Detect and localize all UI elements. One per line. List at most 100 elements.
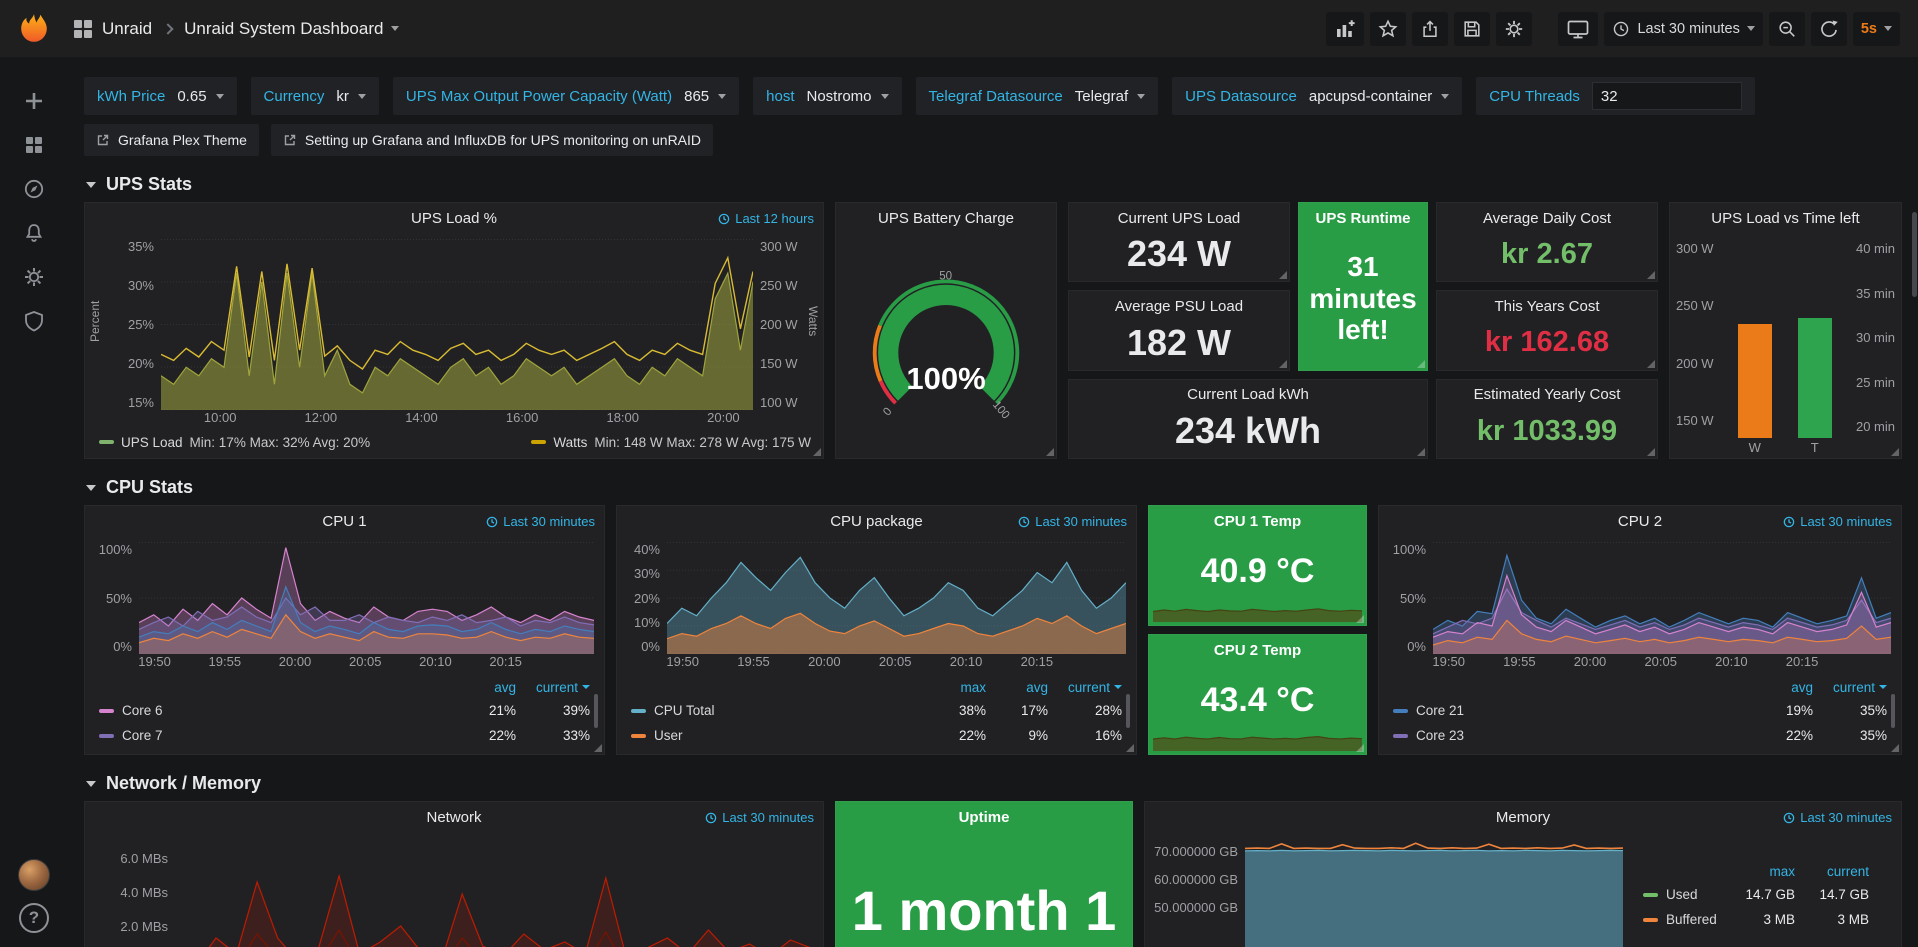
legend-series-ups-load[interactable]: UPS Load Min: 17% Max: 32% Avg: 20%: [99, 435, 370, 450]
panel-title[interactable]: Memory: [1496, 809, 1550, 826]
panel-title[interactable]: UPS Load vs Time left: [1711, 210, 1859, 227]
panel-title[interactable]: This Years Cost: [1494, 298, 1599, 315]
cpu-package-chart-plot[interactable]: [667, 542, 1126, 654]
panel-title[interactable]: Current Load kWh: [1187, 386, 1309, 403]
gauge-tick-min: 0: [881, 405, 894, 418]
variable-value-dropdown[interactable]: 865: [684, 88, 726, 105]
panel-title[interactable]: Network: [426, 809, 481, 826]
sidebar-item-configuration[interactable]: [12, 255, 56, 299]
dashboards-grid-icon[interactable]: [74, 20, 92, 38]
plus-icon: [23, 90, 45, 112]
panel-current-load-kwh: Current Load kWh 234 kWh: [1068, 379, 1428, 459]
section-header-network-memory[interactable]: Network / Memory: [86, 773, 1902, 794]
grafana-logo[interactable]: [0, 0, 68, 57]
panel-estimated-yearly-cost: Estimated Yearly Cost kr 1033.99: [1436, 379, 1658, 459]
variable-value-dropdown[interactable]: kr: [336, 88, 366, 105]
sidebar-item-explore[interactable]: [12, 167, 56, 211]
legend-sort-current[interactable]: current: [1048, 680, 1122, 695]
legend-sort-avg[interactable]: avg: [986, 680, 1048, 695]
variable-value-dropdown[interactable]: 0.65: [177, 88, 223, 105]
sidebar-item-create[interactable]: [12, 79, 56, 123]
variable-label: kWh Price: [97, 88, 165, 105]
variable-value-dropdown[interactable]: Nostromo: [807, 88, 889, 105]
legend-sort-current[interactable]: current: [1795, 864, 1869, 879]
variable-value-dropdown[interactable]: apcupsd-container: [1309, 88, 1449, 105]
ups-load-chart-plot[interactable]: [161, 239, 753, 410]
stat-value: kr 162.68: [1485, 327, 1609, 357]
cpu1-chart-plot[interactable]: [139, 542, 594, 654]
refresh-button[interactable]: [1811, 12, 1847, 46]
legend-scrollbar[interactable]: [1126, 694, 1130, 728]
cpu2-chart-plot[interactable]: [1433, 542, 1891, 654]
legend-series-toggle[interactable]: User: [631, 728, 924, 743]
panel-title[interactable]: Estimated Yearly Cost: [1474, 386, 1621, 403]
legend-series-toggle[interactable]: Used: [1643, 887, 1721, 902]
navbar-actions: Last 30 minutes 5s: [1326, 12, 1900, 46]
panel-title[interactable]: CPU 1 Temp: [1214, 513, 1301, 530]
sparkline: [1153, 721, 1362, 751]
panel-title[interactable]: Uptime: [959, 809, 1010, 826]
sidebar-item-dashboards[interactable]: [12, 123, 56, 167]
sidebar-item-server-admin[interactable]: [12, 299, 56, 343]
panel-title[interactable]: CPU 2 Temp: [1214, 642, 1301, 659]
panel-legend: UPS Load Min: 17% Max: 32% Avg: 20% Watt…: [85, 430, 823, 458]
breadcrumb-folder[interactable]: Unraid: [102, 19, 152, 39]
add-panel-button[interactable]: [1326, 12, 1364, 46]
panel-ups-runtime: UPS Runtime 31 minutes left!: [1298, 202, 1428, 371]
legend-scrollbar[interactable]: [1891, 694, 1895, 728]
panel-title[interactable]: UPS Battery Charge: [878, 210, 1014, 227]
memory-chart-plot[interactable]: [1245, 838, 1623, 947]
breadcrumb: Unraid Unraid System Dashboard: [74, 19, 399, 39]
sidebar-item-alerting[interactable]: [12, 211, 56, 255]
share-dashboard-button[interactable]: [1412, 12, 1448, 46]
legend-sort-current[interactable]: current: [1813, 680, 1887, 695]
page-scrollbar[interactable]: [1912, 212, 1917, 297]
legend-sort-current[interactable]: current: [516, 680, 590, 695]
legend-sort-avg[interactable]: avg: [454, 680, 516, 695]
legend-sort-max[interactable]: max: [1721, 864, 1795, 879]
time-range-picker[interactable]: Last 30 minutes: [1604, 12, 1762, 46]
cpu-threads-input[interactable]: [1592, 82, 1742, 110]
dashboard-link-ups-monitoring-guide[interactable]: Setting up Grafana and InfluxDB for UPS …: [271, 124, 713, 156]
section-header-ups-stats[interactable]: UPS Stats: [86, 174, 1902, 195]
save-dashboard-button[interactable]: [1454, 12, 1490, 46]
stat-value: kr 2.67: [1501, 239, 1593, 269]
legend-sort-max[interactable]: max: [924, 680, 986, 695]
legend-series-toggle[interactable]: Buffered: [1643, 912, 1721, 927]
legend-scrollbar[interactable]: [594, 694, 598, 728]
panel-title[interactable]: Current UPS Load: [1118, 210, 1241, 227]
panel-title[interactable]: UPS Load %: [411, 210, 497, 227]
dashboard-settings-button[interactable]: [1496, 12, 1532, 46]
legend-sort-avg[interactable]: avg: [1751, 680, 1813, 695]
zoom-out-time-button[interactable]: [1769, 12, 1805, 46]
star-dashboard-button[interactable]: [1370, 12, 1406, 46]
panel-title[interactable]: UPS Runtime: [1315, 210, 1410, 227]
y-axis-left: 6.0 MBs 4.0 MBs 2.0 MBs: [89, 838, 175, 947]
section-header-cpu-stats[interactable]: CPU Stats: [86, 477, 1902, 498]
panel-title[interactable]: Average PSU Load: [1115, 298, 1243, 315]
legend-series-toggle[interactable]: Core 6: [99, 703, 454, 718]
bar-watts[interactable]: [1738, 324, 1772, 438]
panel-title[interactable]: CPU 1: [322, 513, 366, 530]
panel-title[interactable]: CPU 2: [1618, 513, 1662, 530]
legend-series-toggle[interactable]: CPU Total: [631, 703, 924, 718]
network-chart-plot[interactable]: [175, 838, 811, 947]
legend-series-toggle[interactable]: Core 7: [99, 728, 454, 743]
legend-series-toggle[interactable]: Core 23: [1393, 728, 1751, 743]
chart-area: 70.000000 GB 60.000000 GB 50.000000 GB m…: [1145, 832, 1901, 947]
user-avatar[interactable]: [18, 859, 50, 891]
cycle-view-mode-button[interactable]: [1558, 12, 1598, 46]
panel-title[interactable]: Average Daily Cost: [1483, 210, 1611, 227]
legend-series-toggle[interactable]: Core 21: [1393, 703, 1751, 718]
ups-stats-row: UPS Load % Last 12 hours Percent 35%30%2…: [84, 202, 1902, 459]
legend-series-watts[interactable]: Watts Min: 148 W Max: 278 W Avg: 175 W: [531, 435, 811, 450]
help-button[interactable]: ?: [19, 903, 49, 933]
panel-legend: max current Used 14.7 GB 14.7 GB Buffere…: [1637, 840, 1887, 947]
dashboard-link-grafana-plex-theme[interactable]: Grafana Plex Theme: [84, 124, 259, 156]
dashboard-title-dropdown[interactable]: Unraid System Dashboard: [184, 19, 399, 39]
panel-title[interactable]: CPU package: [830, 513, 923, 530]
variable-value-dropdown[interactable]: Telegraf: [1075, 88, 1145, 105]
refresh-interval-dropdown[interactable]: 5s: [1853, 12, 1900, 46]
bar-chart-plot[interactable]: W T: [1720, 239, 1850, 458]
bar-time-left[interactable]: [1798, 318, 1832, 438]
